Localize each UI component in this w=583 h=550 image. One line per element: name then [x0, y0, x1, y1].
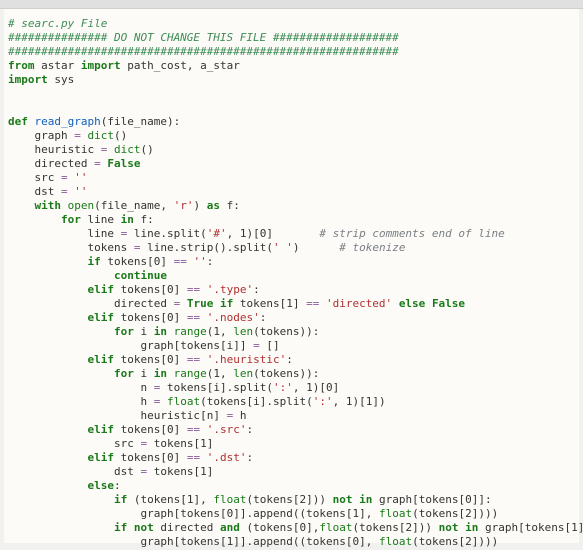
comment-banner-2: ########################################…: [8, 45, 399, 58]
comment-tokenize: # tokenize: [339, 241, 405, 254]
name-path-cost: path_cost: [127, 59, 187, 72]
code-editor-view: # searc.py File ############### DO NOT C…: [4, 9, 579, 543]
kw-def: def: [8, 115, 28, 128]
kw-from: from: [8, 59, 35, 72]
fn-read-graph: read_graph: [35, 115, 101, 128]
code-content: # searc.py File ############### DO NOT C…: [8, 17, 579, 550]
name-sys: sys: [54, 73, 74, 86]
name-a-star: a_star: [200, 59, 240, 72]
kw-import-2: import: [8, 73, 48, 86]
comment-strip: # strip comments end of line: [319, 227, 504, 240]
name-astar: astar: [41, 59, 74, 72]
comment-banner-1: ############### DO NOT CHANGE THIS FILE …: [8, 31, 399, 44]
kw-import: import: [81, 59, 121, 72]
comment-file-header: # searc.py File: [8, 17, 107, 30]
window-top-bar: [0, 0, 583, 9]
